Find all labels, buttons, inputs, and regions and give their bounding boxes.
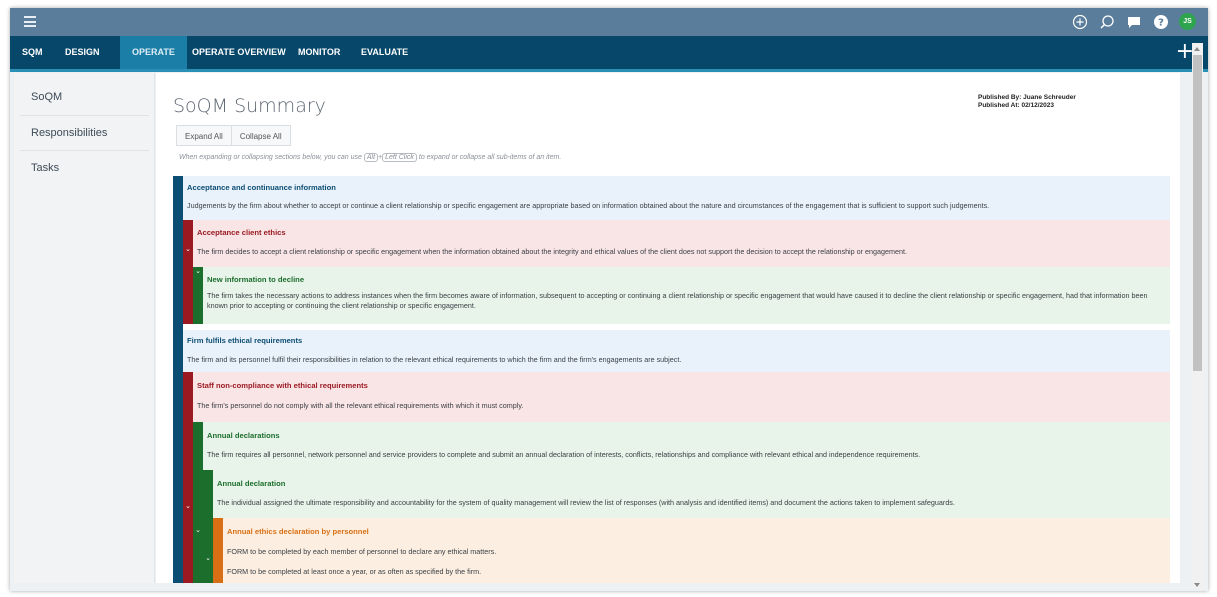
search-icon[interactable] [1098,13,1115,30]
nav-operate-overview[interactable]: OPERATE OVERVIEW [192,36,286,69]
chevron-down-icon[interactable]: ⌄ [204,554,212,562]
soqm-task[interactable]: Annual ethics declaration by personnel F… [213,518,1170,583]
help-icon[interactable]: ? [1152,13,1169,30]
scrollbar-thumb[interactable] [1193,55,1202,371]
objective-description: The firm and its personnel fulfil their … [187,355,682,364]
chevron-down-icon[interactable]: ⌄ [194,526,202,534]
published-at: Published At: 02/12/2023 [978,102,1054,109]
published-by: Published By: Juane Schreuder [978,94,1076,101]
task-line: FORM to be completed by each member of p… [227,547,497,556]
nav-design[interactable]: DESIGN [65,36,100,69]
scrollbar[interactable] [1192,43,1203,589]
objective-title[interactable]: Acceptance and continuance information [187,183,336,192]
response-description: The individual assigned the ultimate res… [217,498,955,507]
avatar[interactable]: JS [1179,13,1196,30]
response-bar[interactable]: ⌄ [203,470,213,583]
nav-evaluate[interactable]: EVALUATE [361,36,408,69]
response-title[interactable]: Annual declaration [217,479,285,488]
top-bar: ? JS [10,8,1208,36]
sidebar-item-soqm[interactable]: SoQM [14,91,155,103]
soqm-response[interactable]: New information to decline The firm take… [193,267,1170,324]
soqm-response[interactable]: Annual declaration The individual assign… [203,470,1170,518]
objective-description: Judgements by the firm about whether to … [187,201,990,210]
soqm-response[interactable]: Annual declarations The firm requires al… [193,422,1170,470]
response-bar[interactable]: ⌄ [193,422,203,583]
risk-title[interactable]: Staff non-compliance with ethical requir… [197,381,368,390]
risk-title[interactable]: Acceptance client ethics [197,228,286,237]
main-content: SoQM Summary Published By: Juane Schreud… [156,73,1180,583]
task-title[interactable]: Annual ethics declaration by personnel [227,527,369,536]
collapse-all-button[interactable]: Collapse All [231,125,291,146]
add-circle-icon[interactable] [1071,13,1088,30]
scroll-up-icon[interactable] [1194,47,1200,51]
objective-bar [173,176,183,583]
risk-bar[interactable]: ⌄ [183,220,193,324]
risk-bar[interactable]: ⌄ [183,372,193,583]
nav-monitor[interactable]: MONITOR [298,36,340,69]
hint-key-alt: Alt [363,153,379,162]
nav-sqm[interactable]: SQM [22,36,43,69]
objective-title[interactable]: Firm fulfils ethical requirements [187,336,302,345]
divider [20,115,149,116]
risk-description: The firm's personnel do not comply with … [197,401,524,410]
task-line: FORM to be completed at least once a yea… [227,567,482,576]
hint-text: When expanding or collapsing sections be… [179,153,561,162]
expand-collapse-group: Expand All Collapse All [176,125,291,146]
page-title: SoQM Summary [173,95,326,117]
chevron-down-icon[interactable]: ⌄ [184,245,192,253]
response-description: The firm takes the necessary actions to … [207,291,1148,310]
soqm-objective[interactable]: Acceptance and continuance information J… [173,176,1170,220]
published-info: Published By: Juane Schreuder Published … [978,94,1076,110]
menu-icon[interactable] [24,16,36,27]
response-description: The firm requires all personnel, network… [207,450,921,459]
divider [20,150,149,151]
response-title[interactable]: Annual declarations [207,431,280,440]
sidebar: SoQM Responsibilities Tasks [14,73,155,583]
soqm-objective[interactable]: Firm fulfils ethical requirements The fi… [173,330,1170,372]
svg-text:?: ? [1158,17,1164,28]
hint-after: to expand or collapse all sub-items of a… [418,154,562,161]
sidebar-item-responsibilities[interactable]: Responsibilities [14,127,155,139]
chevron-down-icon[interactable]: ⌄ [184,502,192,510]
task-bar [213,518,223,583]
soqm-risk[interactable]: Acceptance client ethics The firm decide… [183,220,1170,267]
top-icons: ? JS [1071,13,1196,30]
risk-description: The firm decides to accept a client rela… [197,247,908,256]
response-bar[interactable]: ⌄ [193,267,203,324]
chat-icon[interactable] [1125,13,1142,30]
scroll-down-icon[interactable] [1194,583,1200,587]
sidebar-item-tasks[interactable]: Tasks [14,162,155,174]
main-nav: SQM DESIGN OPERATE OPERATE OVERVIEW MONI… [10,36,1208,72]
hint-key-click: Left Click [382,153,417,162]
soqm-risk[interactable]: Staff non-compliance with ethical requir… [183,372,1170,422]
hint-before: When expanding or collapsing sections be… [179,154,362,161]
chevron-down-icon[interactable]: ⌄ [194,267,202,275]
nav-operate[interactable]: OPERATE [120,36,187,69]
expand-all-button[interactable]: Expand All [176,125,232,146]
response-title[interactable]: New information to decline [207,275,304,284]
